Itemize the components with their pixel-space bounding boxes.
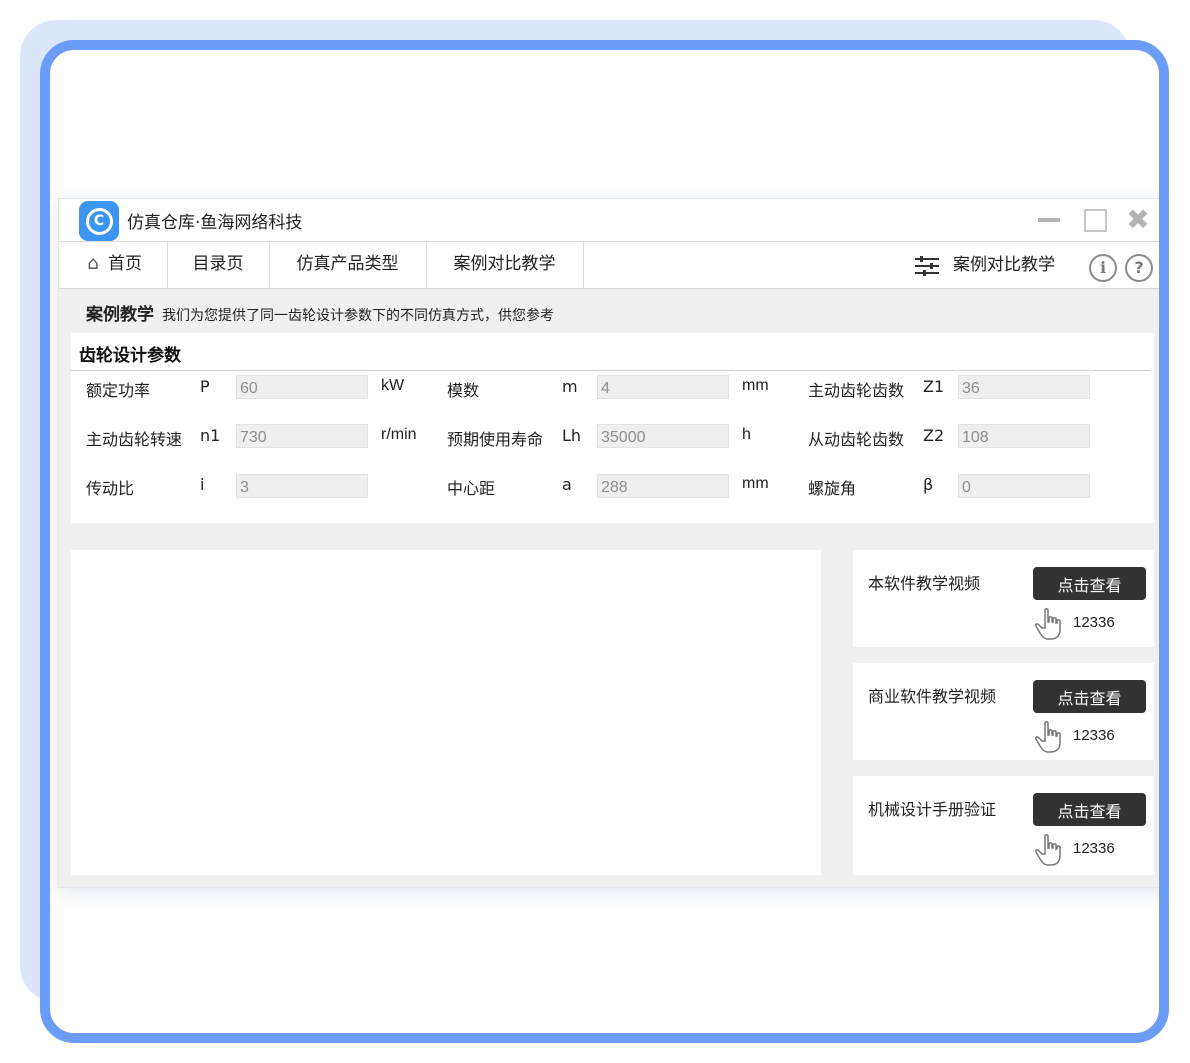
nav-catalog[interactable]: 目录页 <box>167 242 270 288</box>
minimize-icon[interactable] <box>1034 205 1064 235</box>
nav-case-teaching[interactable]: 案例对比教学 <box>426 242 584 288</box>
param-unit: r/min <box>381 426 417 443</box>
banner-text: 我们为您提供了同一齿轮设计参数下的不同仿真方式，供您参考 <box>162 308 554 324</box>
pointer-hand-icon <box>1035 834 1061 866</box>
app-logo-icon: C <box>79 201 119 241</box>
window-title: 仿真仓库·鱼海网络科技 <box>127 213 303 233</box>
module-input[interactable]: 4 <box>597 375 729 399</box>
content-area: 案例教学 我们为您提供了同一齿轮设计参数下的不同仿真方式，供您参考 齿轮设计参数 … <box>59 289 1159 887</box>
case-banner: 案例教学 我们为您提供了同一齿轮设计参数下的不同仿真方式，供您参考 <box>86 300 554 325</box>
info-icon[interactable]: i <box>1089 254 1117 282</box>
param-symbol: n1 <box>200 426 221 445</box>
param-symbol: m <box>562 377 578 396</box>
close-icon[interactable]: ✖ <box>1123 205 1153 235</box>
param-unit: mm <box>742 475 769 492</box>
side-card-commercial-video: 商业软件教学视频 点击查看 12336 <box>853 663 1154 760</box>
param-label: 传动比 <box>86 479 135 498</box>
param-unit: mm <box>742 377 769 394</box>
param-unit: h <box>742 426 751 443</box>
center-distance-input[interactable]: 288 <box>597 474 729 498</box>
case-compare-label: 案例对比教学 <box>953 255 1055 275</box>
driven-teeth-input[interactable]: 108 <box>958 424 1090 448</box>
side-card-handbook: 机械设计手册验证 点击查看 12336 <box>853 776 1154 875</box>
driving-speed-input[interactable]: 730 <box>236 424 368 448</box>
side-card-label: 本软件教学视频 <box>868 574 981 593</box>
home-icon: ⌂ <box>87 253 99 274</box>
pointer-hand-icon <box>1035 608 1061 640</box>
nav-bar: ⌂ 首页 目录页 仿真产品类型 案例对比教学 案例对比教学 i ? <box>59 242 1159 289</box>
param-symbol: i <box>200 475 205 494</box>
side-card-own-video: 本软件教学视频 点击查看 12336 <box>853 550 1154 647</box>
view-count: 12336 <box>1073 840 1115 857</box>
nav-home-label: 首页 <box>108 254 142 274</box>
param-symbol: Z1 <box>923 377 945 396</box>
param-label: 额定功率 <box>86 381 151 400</box>
gear-params-card: 齿轮设计参数 额定功率 P 60 kW 模数 m 4 mm 主动齿轮齿数 Z1 … <box>71 333 1154 523</box>
nav-home[interactable]: ⌂ 首页 <box>59 242 168 288</box>
view-handbook-button[interactable]: 点击查看 <box>1033 793 1146 826</box>
device-frame: C 仿真仓库·鱼海网络科技 ✖ ⌂ 首页 目录页 仿真产品类型 案例对比教学 案… <box>40 40 1169 1043</box>
param-label: 螺旋角 <box>808 479 857 498</box>
param-label: 从动齿轮齿数 <box>808 430 905 449</box>
logo-letter: C <box>93 213 105 229</box>
param-label: 主动齿轮齿数 <box>808 381 905 400</box>
simulation-viewer[interactable] <box>71 550 821 875</box>
param-symbol: P <box>200 377 210 396</box>
help-icon[interactable]: ? <box>1125 254 1153 282</box>
expected-life-input[interactable]: 35000 <box>597 424 729 448</box>
view-count: 12336 <box>1073 614 1115 631</box>
param-symbol: Z2 <box>923 426 945 445</box>
maximize-icon[interactable] <box>1079 205 1109 235</box>
param-symbol: a <box>562 475 572 494</box>
param-unit: kW <box>381 377 405 394</box>
param-label: 模数 <box>447 381 480 400</box>
view-count: 12336 <box>1073 727 1115 744</box>
banner-title: 案例教学 <box>86 305 154 325</box>
driving-teeth-input[interactable]: 36 <box>958 375 1090 399</box>
ratio-input[interactable]: 3 <box>236 474 368 498</box>
param-symbol: β <box>923 475 934 494</box>
nav-product-types[interactable]: 仿真产品类型 <box>269 242 427 288</box>
param-symbol: Lh <box>562 426 582 445</box>
param-label: 中心距 <box>447 479 496 498</box>
pointer-hand-icon <box>1035 721 1061 753</box>
helix-angle-input[interactable]: 0 <box>958 474 1090 498</box>
params-title: 齿轮设计参数 <box>79 346 181 366</box>
params-divider <box>71 370 1151 371</box>
sliders-icon <box>915 256 939 276</box>
param-label: 预期使用寿命 <box>447 430 544 449</box>
app-window: C 仿真仓库·鱼海网络科技 ✖ ⌂ 首页 目录页 仿真产品类型 案例对比教学 案… <box>58 198 1159 888</box>
view-commercial-video-button[interactable]: 点击查看 <box>1033 680 1146 713</box>
title-bar[interactable]: C 仿真仓库·鱼海网络科技 ✖ <box>59 199 1159 242</box>
rated-power-input[interactable]: 60 <box>236 375 368 399</box>
param-label: 主动齿轮转速 <box>86 430 183 449</box>
side-card-label: 商业软件教学视频 <box>868 687 997 706</box>
view-own-video-button[interactable]: 点击查看 <box>1033 567 1146 600</box>
side-card-label: 机械设计手册验证 <box>868 800 997 819</box>
